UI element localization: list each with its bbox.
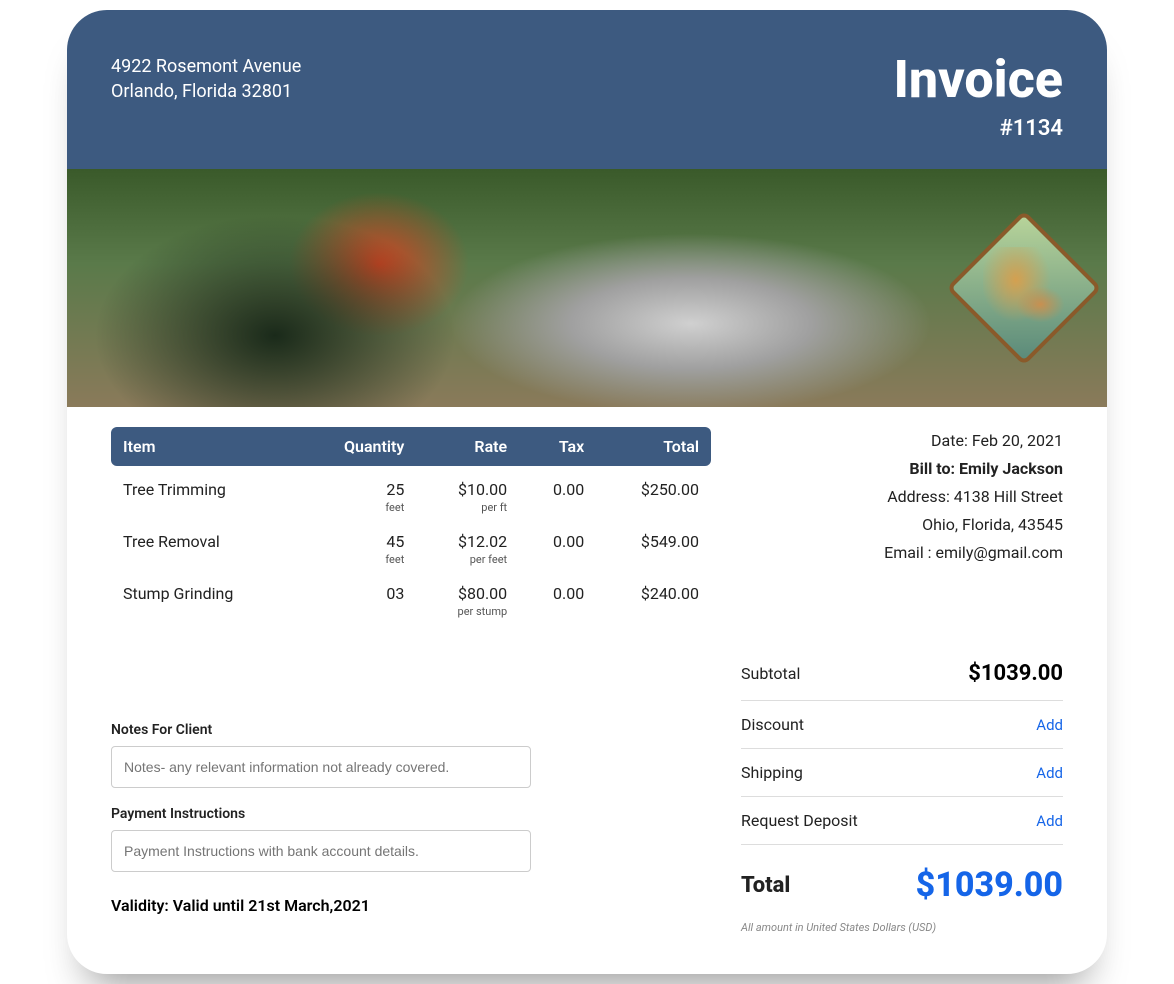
item-rate: $12.02per feet — [416, 518, 519, 570]
col-item: Item — [111, 427, 299, 466]
totals-section: Subtotal $1039.00 Discount Add Shipping … — [741, 647, 1063, 934]
payment-input[interactable] — [111, 830, 531, 872]
item-total: $240.00 — [596, 570, 711, 622]
item-name: Stump Grinding — [111, 570, 299, 622]
right-column: Date: Feb 20, 2021 Bill to: Emily Jackso… — [741, 427, 1063, 934]
item-rate: $80.00per stump — [416, 570, 519, 622]
sender-address: 4922 Rosemont Avenue Orlando, Florida 32… — [111, 54, 301, 104]
left-column: Item Quantity Rate Tax Total Tree Trimmi… — [111, 427, 711, 934]
subtotal-label: Subtotal — [741, 664, 800, 683]
hero-image — [67, 169, 1107, 407]
item-qty: 03 — [299, 570, 417, 622]
item-name: Tree Trimming — [111, 466, 299, 518]
item-tax: 0.00 — [519, 570, 596, 622]
item-tax: 0.00 — [519, 466, 596, 518]
deposit-label: Request Deposit — [741, 811, 858, 830]
invoice-title-block: Invoice #1134 — [893, 54, 1063, 141]
table-row: Tree Removal 45feet $12.02per feet 0.00 … — [111, 518, 711, 570]
discount-label: Discount — [741, 715, 804, 734]
bill-email: Email : emily@gmail.com — [741, 539, 1063, 567]
shipping-row: Shipping Add — [741, 749, 1063, 797]
total-value: $1039.00 — [916, 865, 1063, 905]
total-label: Total — [741, 873, 790, 898]
invoice-number: #1134 — [893, 116, 1063, 141]
invoice-date: Date: Feb 20, 2021 — [741, 427, 1063, 455]
col-total: Total — [596, 427, 711, 466]
invoice-header: 4922 Rosemont Avenue Orlando, Florida 32… — [67, 10, 1107, 169]
item-total: $250.00 — [596, 466, 711, 518]
sender-address-line1: 4922 Rosemont Avenue — [111, 54, 301, 79]
sender-address-line2: Orlando, Florida 32801 — [111, 79, 301, 104]
item-qty: 45feet — [299, 518, 417, 570]
discount-row: Discount Add — [741, 701, 1063, 749]
items-table: Item Quantity Rate Tax Total Tree Trimmi… — [111, 427, 711, 622]
invoice-card: 4922 Rosemont Avenue Orlando, Florida 32… — [67, 10, 1107, 974]
add-discount-link[interactable]: Add — [1036, 716, 1063, 734]
notes-label: Notes For Client — [111, 722, 711, 738]
item-total: $549.00 — [596, 518, 711, 570]
bill-address-line1: Address: 4138 Hill Street — [741, 483, 1063, 511]
currency-note: All amount in United States Dollars (USD… — [741, 921, 1063, 934]
company-logo-icon — [946, 210, 1102, 366]
add-shipping-link[interactable]: Add — [1036, 764, 1063, 782]
subtotal-value: $1039.00 — [968, 661, 1063, 686]
col-rate: Rate — [416, 427, 519, 466]
col-tax: Tax — [519, 427, 596, 466]
table-row: Stump Grinding 03 $80.00per stump 0.00 $… — [111, 570, 711, 622]
invoice-body: Item Quantity Rate Tax Total Tree Trimmi… — [67, 407, 1107, 974]
bill-info: Date: Feb 20, 2021 Bill to: Emily Jackso… — [741, 427, 1063, 567]
payment-label: Payment Instructions — [111, 806, 711, 822]
add-deposit-link[interactable]: Add — [1036, 812, 1063, 830]
notes-input[interactable] — [111, 746, 531, 788]
item-tax: 0.00 — [519, 518, 596, 570]
validity-line: Validity: Valid until 21st March,2021 — [111, 896, 711, 915]
shipping-label: Shipping — [741, 763, 803, 782]
bill-to: Bill to: Emily Jackson — [741, 455, 1063, 483]
notes-section: Notes For Client Payment Instructions Va… — [111, 722, 711, 915]
item-qty: 25feet — [299, 466, 417, 518]
invoice-title: Invoice — [893, 54, 1063, 106]
item-rate: $10.00per ft — [416, 466, 519, 518]
bill-address-line2: Ohio, Florida, 43545 — [741, 511, 1063, 539]
col-quantity: Quantity — [299, 427, 417, 466]
table-header-row: Item Quantity Rate Tax Total — [111, 427, 711, 466]
validity-label: Validity: — [111, 896, 173, 915]
table-row: Tree Trimming 25feet $10.00per ft 0.00 $… — [111, 466, 711, 518]
total-row: Total $1039.00 — [741, 845, 1063, 913]
subtotal-row: Subtotal $1039.00 — [741, 647, 1063, 701]
validity-value: Valid until 21st March,2021 — [173, 896, 370, 915]
deposit-row: Request Deposit Add — [741, 797, 1063, 845]
item-name: Tree Removal — [111, 518, 299, 570]
